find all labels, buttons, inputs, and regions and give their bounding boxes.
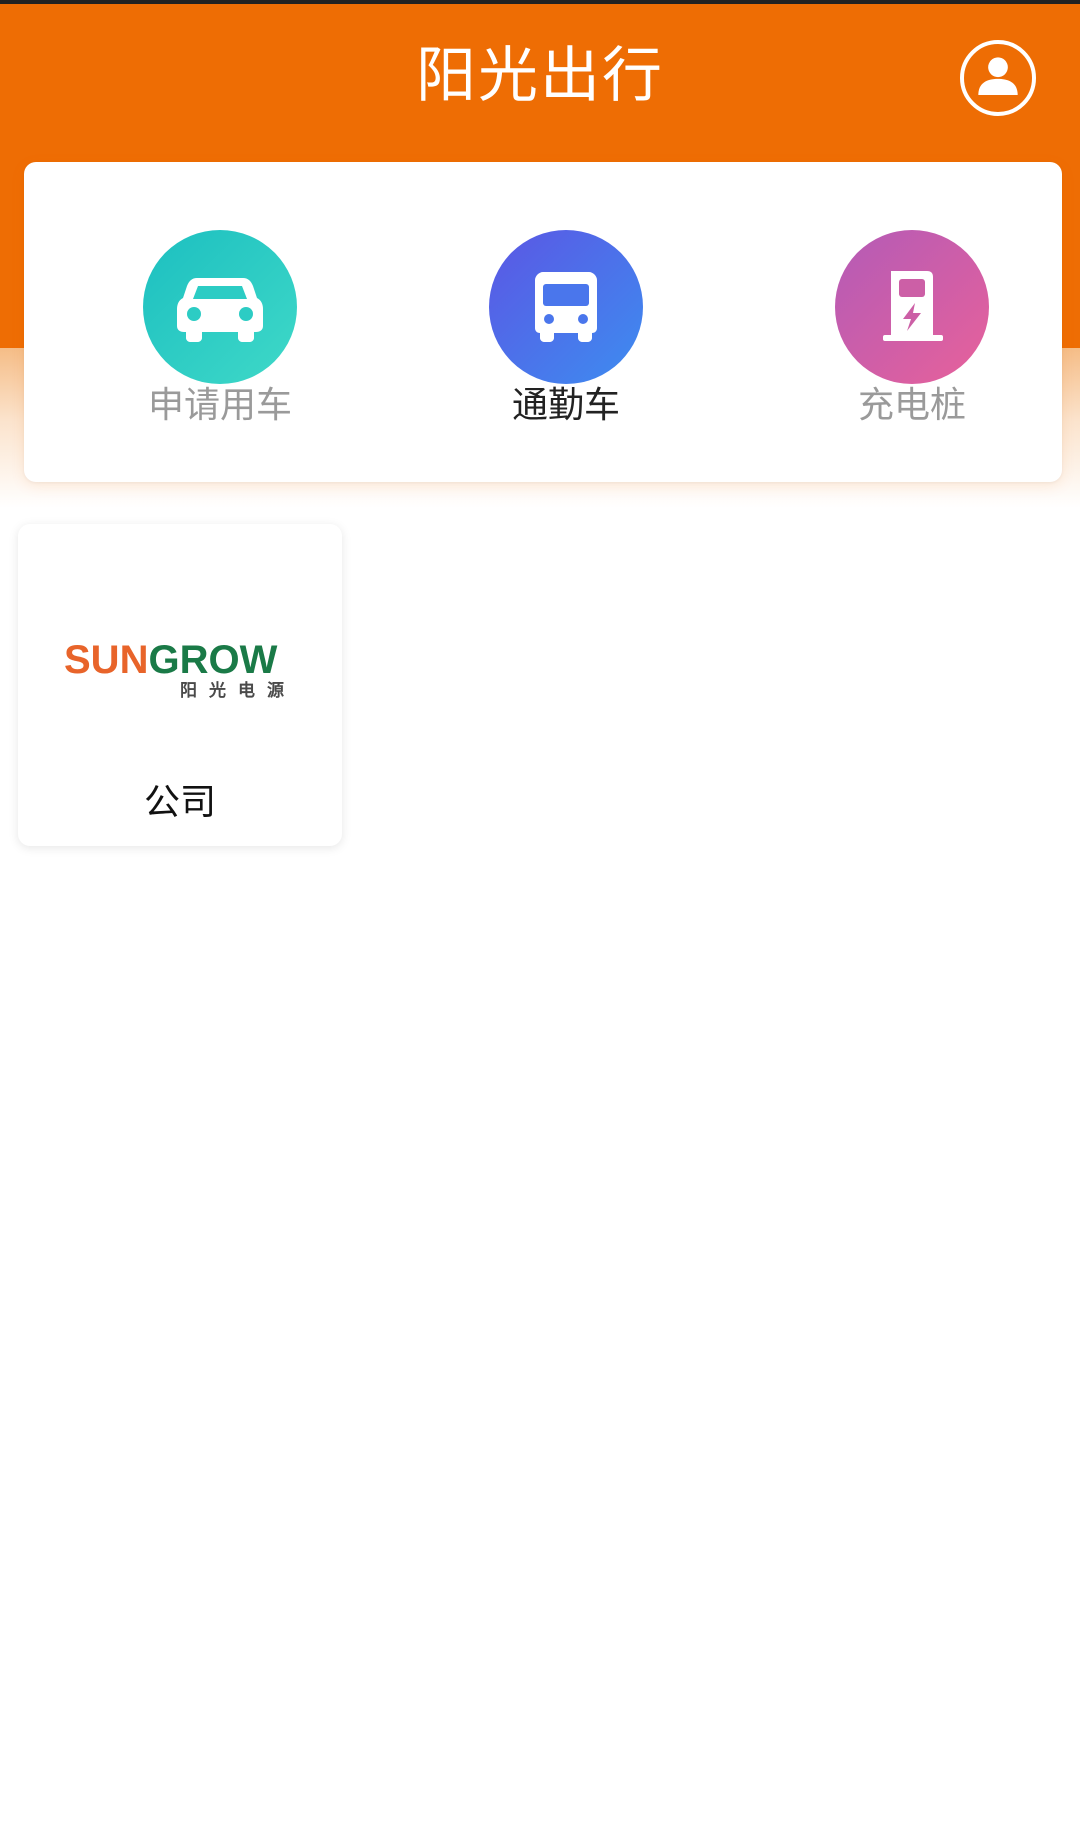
shortcut-icon-circle [143, 230, 297, 384]
sungrow-logo: SUNGROW 阳光电源 [64, 636, 304, 708]
shortcut-label: 通勤车 [511, 385, 620, 426]
shortcut-charging-pile[interactable]: 充电桩 [792, 230, 1032, 430]
profile-button[interactable] [960, 40, 1036, 116]
company-card[interactable]: SUNGROW 阳光电源 公司 [18, 524, 342, 846]
shortcut-icon-circle [835, 230, 989, 384]
page-title: 阳光出行 [416, 41, 664, 111]
shortcut-label: 申请用车 [147, 385, 292, 426]
logo-wordmark: SUNGROW [64, 636, 277, 684]
logo-word-grow: GROW [148, 638, 278, 682]
charging-station-icon [883, 271, 943, 341]
app-root: 阳光出行 申请用车 通勤车 充电桩 SUNGROW 阳光电源 公司 [0, 0, 1080, 1842]
car-icon [177, 278, 263, 342]
company-label: 公司 [143, 782, 216, 823]
logo-word-sun: SUN [64, 638, 149, 682]
user-avatar-icon [978, 57, 1018, 95]
shortcut-commuter-bus[interactable]: 通勤车 [446, 230, 686, 430]
shortcut-label: 充电桩 [857, 385, 966, 426]
shortcut-apply-car[interactable]: 申请用车 [100, 230, 340, 430]
shortcut-icon-circle [489, 230, 643, 384]
bus-icon [535, 272, 597, 342]
logo-subtitle: 阳光电源 [180, 681, 296, 701]
shortcut-panel: 申请用车 通勤车 充电桩 [24, 162, 1062, 482]
